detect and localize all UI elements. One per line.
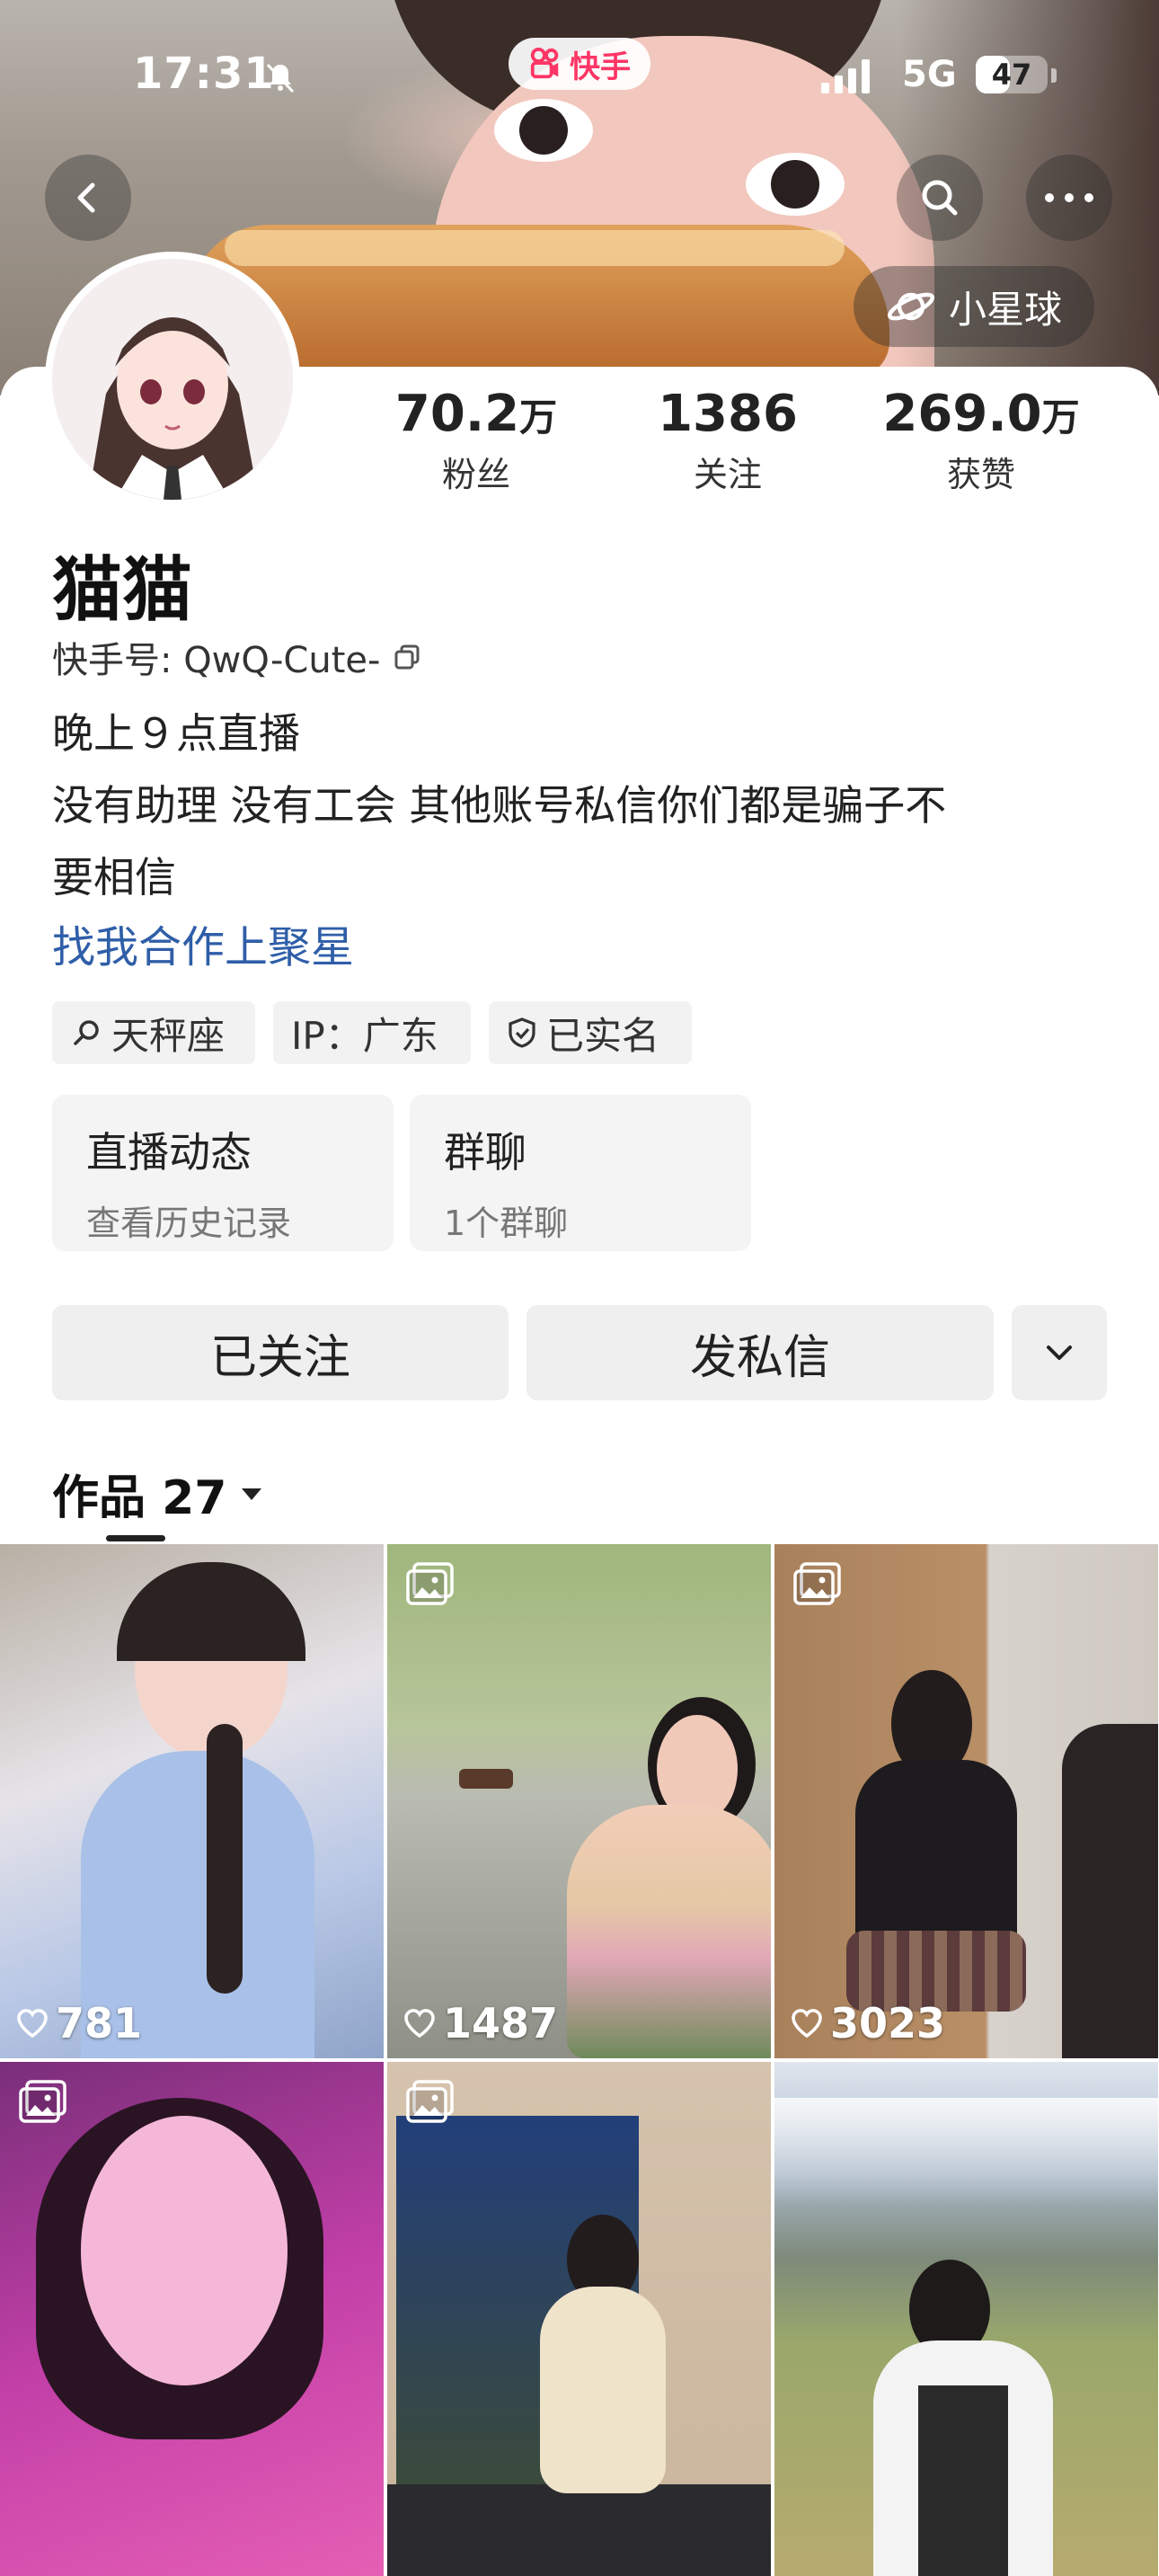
shield-icon <box>509 1017 535 1048</box>
bio-line-1: 晚上９点直播 <box>52 709 300 758</box>
tag-zodiac-label: 天秤座 <box>111 1013 226 1058</box>
followers-count: 70.2 <box>394 385 520 443</box>
image-post-icon <box>793 1562 841 1605</box>
kuaishou-id-row[interactable]: 快手号: QwQ-Cute- <box>52 631 421 683</box>
tag-verified[interactable]: 已实名 <box>489 1001 692 1064</box>
heart-icon <box>404 2009 435 2039</box>
profile-name: 猫猫 <box>52 550 193 631</box>
status-time: 17:31 <box>133 49 275 99</box>
search-icon <box>74 1020 99 1045</box>
kuaishou-logo-icon <box>530 47 559 79</box>
likes-label: 获赞 <box>946 455 1015 494</box>
avatar-illustration <box>52 259 293 500</box>
planet-icon <box>887 292 935 321</box>
copy-icon[interactable] <box>393 643 421 671</box>
more-actions-dropdown[interactable] <box>1012 1305 1107 1400</box>
app-name: 快手 <box>570 49 631 85</box>
more-horizontal-icon <box>1045 193 1093 202</box>
post-tile-4[interactable] <box>0 2062 384 2576</box>
search-icon <box>922 180 958 216</box>
post-likes-2: 1487 <box>403 1999 558 2047</box>
stat-followers[interactable]: 70.2万 粉丝 <box>368 385 584 496</box>
post-likes-3: 3023 <box>791 1999 945 2047</box>
post-likes-1: 781 <box>16 1999 142 2047</box>
following-button[interactable]: 已关注 <box>52 1305 509 1400</box>
tag-verified-label: 已实名 <box>546 1013 660 1058</box>
post-tile-1[interactable]: 781 <box>0 1544 384 2058</box>
post-tile-2[interactable]: 1487 <box>387 1544 771 2058</box>
back-button[interactable] <box>45 155 131 241</box>
chevron-left-icon <box>77 182 95 213</box>
stat-likes[interactable]: 269.0万 获赞 <box>873 385 1089 496</box>
bell-muted-icon <box>266 63 295 93</box>
bio-line-2: 没有助理 没有工会 其他账号私信你们都是骗子不 <box>52 781 947 830</box>
more-options-button[interactable] <box>1026 155 1112 241</box>
followers-label: 粉丝 <box>441 455 510 494</box>
cellular-signal-icon <box>821 58 870 93</box>
planet-button[interactable]: 小星球 <box>854 266 1094 347</box>
battery-level: 47 <box>991 58 1032 92</box>
chevron-down-icon <box>1047 1346 1072 1360</box>
tag-zodiac[interactable]: 天秤座 <box>52 1001 255 1064</box>
group-chat-title: 群聊 <box>444 1128 526 1177</box>
following-count: 1386 <box>658 385 798 443</box>
image-post-icon <box>406 2080 454 2123</box>
post-likes-count-1: 781 <box>56 1999 143 2047</box>
cooperation-link[interactable]: 找我合作上聚星 <box>52 911 354 974</box>
image-post-icon <box>19 2080 66 2123</box>
live-history-title: 直播动态 <box>86 1128 252 1177</box>
network-type: 5G <box>902 54 957 95</box>
send-message-button[interactable]: 发私信 <box>526 1305 994 1400</box>
group-chat-card[interactable]: 群聊 1个群聊 <box>410 1095 751 1251</box>
post-tile-3[interactable]: 3023 <box>774 1544 1158 2058</box>
planet-button-label: 小星球 <box>948 287 1062 332</box>
post-tile-6[interactable] <box>774 2062 1158 2576</box>
works-tab-indicator <box>106 1535 165 1541</box>
post-likes-count-3: 3023 <box>830 1999 946 2047</box>
likes-count: 269.0 <box>882 385 1042 443</box>
battery-icon: 47 <box>976 56 1048 93</box>
post-tile-5[interactable] <box>387 2062 771 2576</box>
search-button[interactable] <box>897 155 983 241</box>
kuaishou-id: 快手号: QwQ-Cute- <box>52 640 381 681</box>
post-likes-count-2: 1487 <box>443 1999 559 2047</box>
following-label: 关注 <box>693 455 762 494</box>
avatar[interactable] <box>45 252 300 507</box>
likes-unit: 万 <box>1041 395 1080 440</box>
followers-unit: 万 <box>519 395 558 440</box>
live-history-subtitle: 查看历史记录 <box>86 1204 292 1243</box>
works-tab[interactable]: 作品 27 <box>52 1460 264 1527</box>
app-indicator-pill: 快手 <box>509 38 650 90</box>
works-tab-label: 作品 27 <box>52 1471 227 1525</box>
tag-ip: IP：广东 <box>273 1001 471 1064</box>
image-post-icon <box>406 1562 454 1605</box>
group-chat-subtitle: 1个群聊 <box>444 1204 569 1243</box>
heart-icon <box>17 2009 48 2039</box>
tag-ip-label: IP：广东 <box>291 1013 438 1058</box>
live-history-card[interactable]: 直播动态 查看历史记录 <box>52 1095 394 1251</box>
bio-line-3: 要相信 <box>52 853 176 902</box>
caret-down-icon <box>242 1488 262 1500</box>
heart-icon <box>792 2009 822 2039</box>
stat-following[interactable]: 1386 关注 <box>620 385 836 496</box>
